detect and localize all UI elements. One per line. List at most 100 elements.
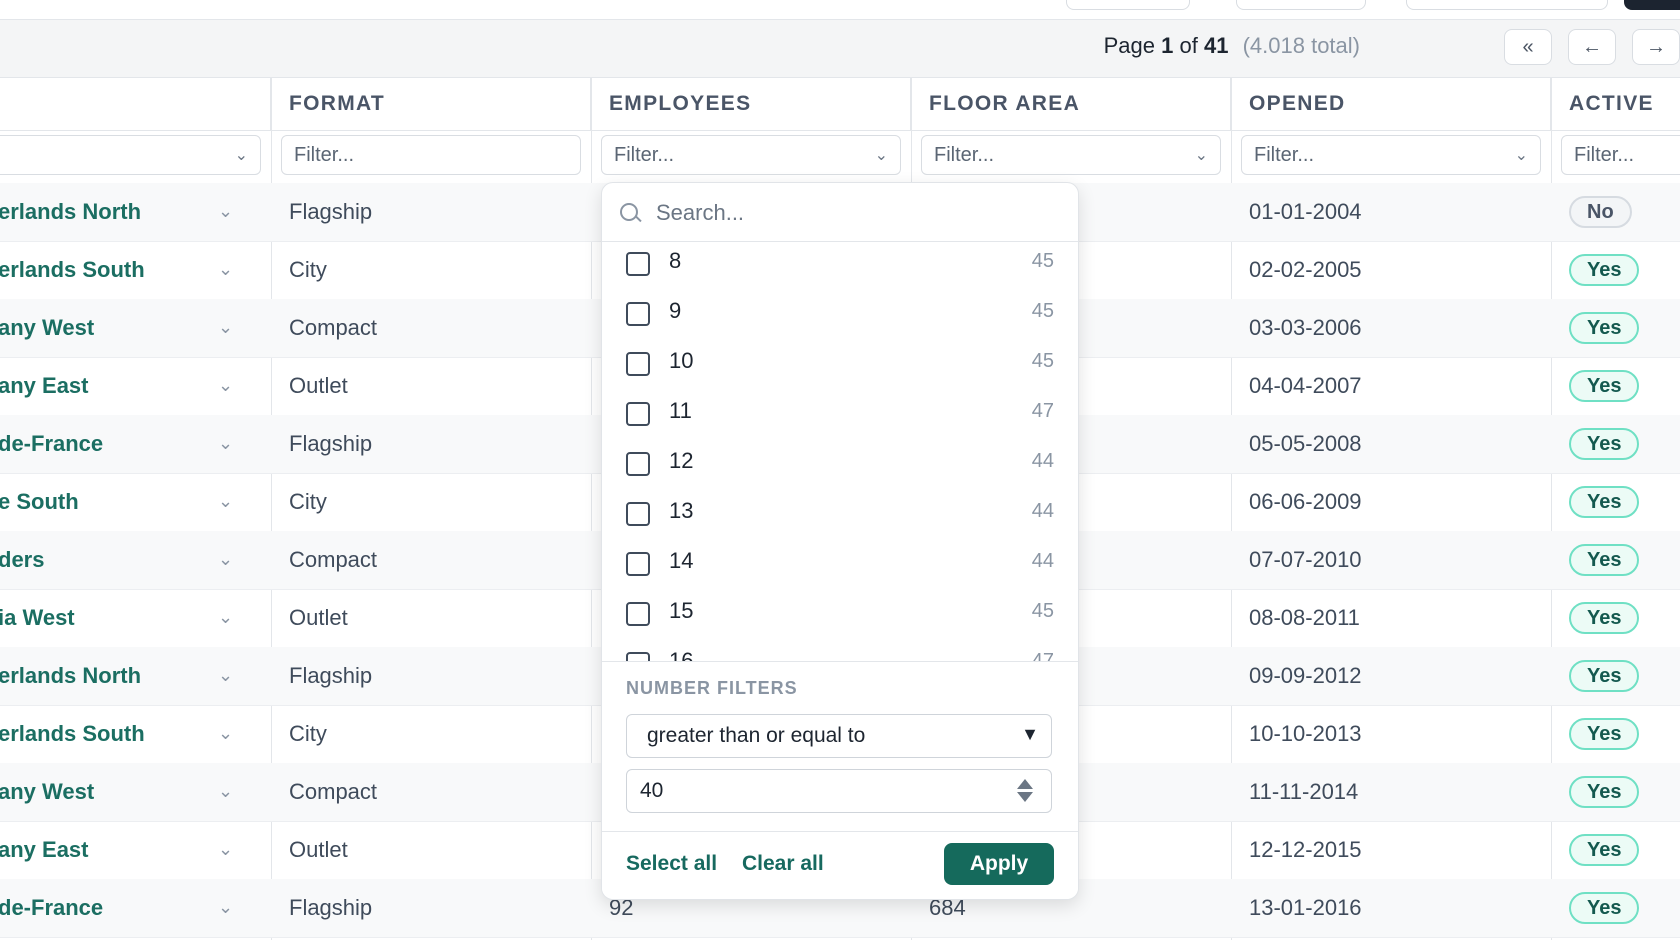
format-cell: City	[289, 257, 327, 282]
region-cell[interactable]: de-France	[0, 879, 218, 937]
chevron-down-icon[interactable]: ⌄	[218, 491, 233, 512]
apply-button[interactable]: Apply	[944, 843, 1054, 885]
region-cell[interactable]: ia West	[0, 589, 218, 647]
chevron-down-icon[interactable]: ⌄	[218, 723, 233, 744]
checkbox[interactable]	[626, 552, 650, 576]
value-option[interactable]: 12 44	[602, 442, 1078, 492]
stepper-icon[interactable]	[1017, 779, 1033, 803]
checkbox[interactable]	[626, 402, 650, 426]
active-cell: Yes	[1569, 241, 1680, 299]
toolbar-button[interactable]	[1406, 0, 1608, 10]
popup-footer: Select all Clear all Apply	[602, 831, 1078, 899]
status-badge: Yes	[1569, 602, 1640, 634]
first-page-button[interactable]: «	[1504, 29, 1552, 65]
column-header-format[interactable]: FORMAT	[271, 78, 591, 130]
option-count: 44	[1031, 550, 1054, 572]
region-cell[interactable]: ders	[0, 531, 218, 589]
active-cell: Yes	[1569, 531, 1680, 589]
checkbox[interactable]	[626, 352, 650, 376]
active-cell: Yes	[1569, 879, 1680, 937]
active-filter[interactable]: Filter...	[1561, 135, 1680, 175]
active-cell: Yes	[1569, 763, 1680, 821]
column-header-active[interactable]: ACTIVE	[1551, 78, 1680, 130]
checkbox[interactable]	[626, 302, 650, 326]
option-label: 12	[669, 448, 694, 473]
chevron-down-icon[interactable]: ⌄	[218, 607, 233, 628]
chevron-down-icon[interactable]: ⌄	[218, 259, 233, 280]
checkbox[interactable]	[626, 602, 650, 626]
region-cell[interactable]: e South	[0, 473, 218, 531]
region-cell[interactable]: de-France	[0, 415, 218, 473]
page-info: Page 1 of 41 (4.018 total)	[1103, 33, 1360, 58]
active-cell: Yes	[1569, 589, 1680, 647]
column-header-floor-area[interactable]: FLOOR AREA	[911, 78, 1231, 130]
format-cell: Flagship	[289, 663, 373, 688]
status-badge: No	[1569, 196, 1632, 228]
chevron-down-icon: ▼	[1021, 724, 1039, 744]
region-cell[interactable]: erlands South	[0, 241, 218, 299]
chevron-down-icon[interactable]: ⌄	[218, 201, 233, 222]
region-cell[interactable]: erlands North	[0, 183, 218, 241]
option-count: 44	[1031, 450, 1054, 472]
format-cell: Compact	[289, 315, 378, 340]
select-all-button[interactable]: Select all	[626, 852, 717, 876]
chevron-down-icon[interactable]: ⌄	[218, 897, 233, 918]
format-cell: Outlet	[289, 373, 348, 398]
active-cell: Yes	[1569, 821, 1680, 879]
number-value-input[interactable]: 40	[626, 769, 1052, 813]
checkbox[interactable]	[626, 252, 650, 276]
format-cell: Compact	[289, 547, 378, 572]
chevron-down-icon[interactable]: ⌄	[218, 317, 233, 338]
option-count: 45	[1031, 350, 1054, 372]
region-cell[interactable]: erlands North	[0, 647, 218, 705]
chevron-down-icon[interactable]: ⌄	[218, 375, 233, 396]
checkbox[interactable]	[626, 502, 650, 526]
floor-area-filter[interactable]: Filter... ⌄	[921, 135, 1221, 175]
value-option[interactable]: 8 45	[602, 242, 1078, 292]
active-cell: Yes	[1569, 473, 1680, 531]
value-option[interactable]: 14 44	[602, 542, 1078, 592]
value-option[interactable]: 11 47	[602, 392, 1078, 442]
region-filter[interactable]: ⌄	[0, 135, 261, 175]
chevron-down-icon[interactable]: ⌄	[218, 433, 233, 454]
value-option[interactable]: 10 45	[602, 342, 1078, 392]
search-input[interactable]	[654, 195, 1058, 231]
toolbar-primary-button[interactable]	[1624, 0, 1680, 10]
opened-filter[interactable]: Filter... ⌄	[1241, 135, 1541, 175]
region-cell[interactable]: any West	[0, 763, 218, 821]
active-cell: Yes	[1569, 705, 1680, 763]
top-toolbar	[0, 0, 1680, 20]
next-page-button[interactable]: →	[1632, 29, 1680, 65]
value-option[interactable]: 13 44	[602, 492, 1078, 542]
opened-cell: 01-01-2004	[1249, 199, 1362, 224]
option-label: 9	[669, 298, 682, 323]
region-cell[interactable]: any East	[0, 821, 218, 879]
value-option[interactable]: 9 45	[602, 292, 1078, 342]
chevron-down-icon[interactable]: ⌄	[218, 549, 233, 570]
toolbar-button[interactable]	[1066, 0, 1190, 10]
opened-cell: 07-07-2010	[1249, 547, 1362, 572]
checkbox[interactable]	[626, 452, 650, 476]
prev-page-button[interactable]: ←	[1568, 29, 1616, 65]
toolbar-button[interactable]	[1236, 0, 1366, 10]
format-filter[interactable]: Filter...	[281, 135, 581, 175]
format-cell: Flagship	[289, 199, 373, 224]
chevron-down-icon[interactable]: ⌄	[218, 839, 233, 860]
employees-filter[interactable]: Filter... ⌄	[601, 135, 901, 175]
format-cell: Compact	[289, 779, 378, 804]
clear-all-button[interactable]: Clear all	[742, 852, 824, 876]
status-badge: Yes	[1569, 718, 1640, 750]
option-label: 14	[669, 548, 694, 573]
chevron-down-icon[interactable]: ⌄	[218, 781, 233, 802]
value-option[interactable]: 15 45	[602, 592, 1078, 642]
region-cell[interactable]: any East	[0, 357, 218, 415]
option-count: 47	[1031, 400, 1054, 422]
total-records: (4.018 total)	[1242, 33, 1360, 58]
column-header-region[interactable]	[0, 78, 271, 130]
region-cell[interactable]: erlands South	[0, 705, 218, 763]
chevron-down-icon[interactable]: ⌄	[218, 665, 233, 686]
region-cell[interactable]: any West	[0, 299, 218, 357]
operator-select[interactable]: greater than or equal to ▼	[626, 714, 1052, 758]
column-header-opened[interactable]: OPENED	[1231, 78, 1551, 130]
column-header-employees[interactable]: EMPLOYEES	[591, 78, 911, 130]
